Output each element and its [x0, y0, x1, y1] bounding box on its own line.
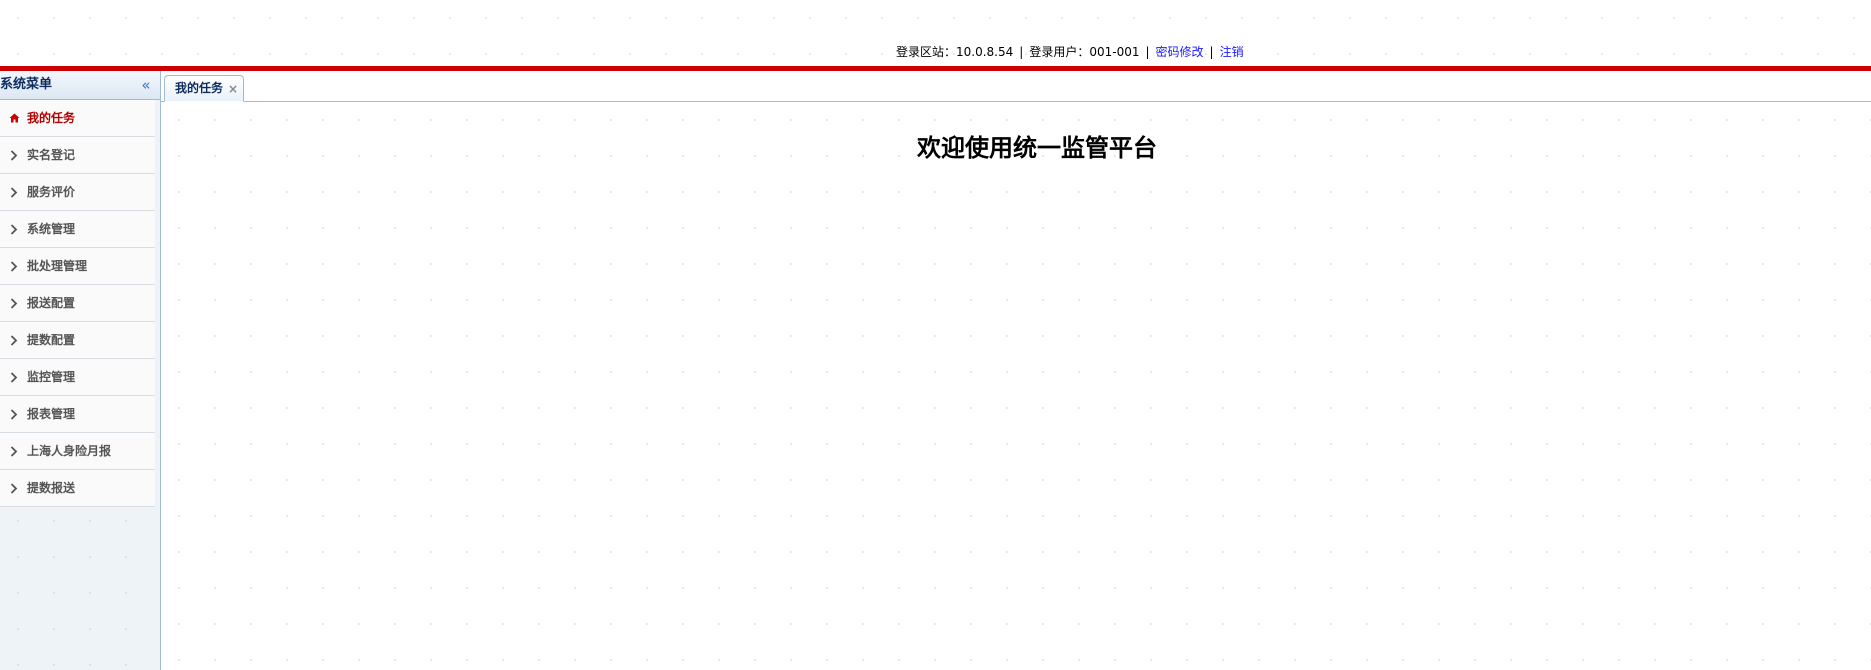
sidebar-item-report-management[interactable]: 报表管理: [0, 396, 155, 433]
tab-bar: 我的任务 ×: [161, 71, 1871, 102]
sidebar-item-label: 系统管理: [27, 222, 76, 236]
sidebar-item-label: 监控管理: [27, 370, 76, 384]
sidebar-item-label: 我的任务: [27, 111, 76, 125]
welcome-heading: 欢迎使用统一监管平台: [917, 134, 1157, 162]
sidebar-item-label: 上海人身险月报: [27, 444, 112, 458]
chevron-right-icon: [8, 137, 20, 173]
station-value: 10.0.8.54: [956, 45, 1014, 59]
chevron-right-icon: [8, 359, 20, 395]
sidebar-item-label: 提数配置: [27, 333, 76, 347]
sidebar-item-label: 报送配置: [27, 296, 76, 310]
top-header: 登录区站：10.0.8.54 | 登录用户：001-001 | 密码修改 | 注销: [0, 0, 1871, 66]
sidebar-item-monitoring-management[interactable]: 监控管理: [0, 359, 155, 396]
separator: |: [1209, 45, 1214, 59]
user-label: 登录用户：: [1029, 45, 1090, 59]
sidebar-item-label: 报表管理: [27, 407, 76, 421]
sidebar-item-submission-config[interactable]: 报送配置: [0, 285, 155, 322]
chevron-right-icon: [8, 396, 20, 432]
sidebar-item-label: 提数报送: [27, 481, 76, 495]
chevron-right-icon: [8, 285, 20, 321]
sidebar-item-label: 实名登记: [27, 148, 76, 162]
sidebar-title: 系统菜单: [0, 77, 53, 92]
sidebar-item-system-management[interactable]: 系统管理: [0, 211, 155, 248]
home-icon: [8, 100, 20, 136]
separator: |: [1145, 45, 1150, 59]
sidebar-item-shanghai-monthly-report[interactable]: 上海人身险月报: [0, 433, 155, 470]
sidebar-item-extraction-submission[interactable]: 提数报送: [0, 470, 155, 507]
sidebar-item-label: 服务评价: [27, 185, 76, 199]
chevron-right-icon: [8, 211, 20, 247]
tab-my-tasks[interactable]: 我的任务 ×: [164, 75, 245, 102]
sidebar-header: 系统菜单 «: [0, 71, 160, 100]
main-content: 欢迎使用统一监管平台: [161, 102, 1871, 670]
tab-label: 我的任务: [175, 81, 224, 95]
chevron-right-icon: [8, 174, 20, 210]
sidebar-item-service-evaluation[interactable]: 服务评价: [0, 174, 155, 211]
double-chevron-left-icon[interactable]: «: [138, 71, 154, 99]
sidebar-item-real-name-registration[interactable]: 实名登记: [0, 137, 155, 174]
close-icon[interactable]: ×: [227, 76, 239, 101]
station-label: 登录区站：: [896, 45, 957, 59]
sidebar-menu: 我的任务 实名登记 服务评价 系统管理 批处理管理 报送配置 提数配置 监控管理…: [0, 100, 160, 507]
sidebar-item-extraction-config[interactable]: 提数配置: [0, 322, 155, 359]
logout-link[interactable]: 注销: [1220, 45, 1244, 59]
sidebar-item-batch-management[interactable]: 批处理管理: [0, 248, 155, 285]
user-value: 001-001: [1089, 45, 1140, 59]
chevron-right-icon: [8, 322, 20, 358]
header-user-info: 登录区站：10.0.8.54 | 登录用户：001-001 | 密码修改 | 注销: [896, 44, 1244, 60]
chevron-right-icon: [8, 248, 20, 284]
sidebar: 系统菜单 « 我的任务 实名登记 服务评价 系统管理 批处理管理 报送配置 提数…: [0, 71, 161, 670]
sidebar-item-label: 批处理管理: [27, 259, 88, 273]
sidebar-item-my-tasks[interactable]: 我的任务: [0, 100, 155, 137]
separator: |: [1019, 45, 1024, 59]
chevron-right-icon: [8, 470, 20, 506]
chevron-right-icon: [8, 433, 20, 469]
change-password-link[interactable]: 密码修改: [1156, 45, 1204, 59]
